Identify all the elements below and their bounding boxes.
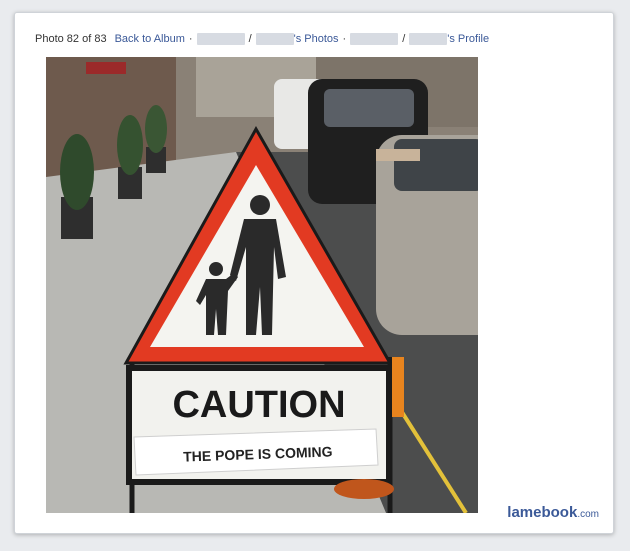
- owner-profile-link[interactable]: 's Profile: [409, 32, 490, 46]
- cone-base: [334, 479, 394, 499]
- taxi-windshield: [324, 89, 414, 127]
- caution-text: CAUTION: [172, 384, 345, 426]
- traffic-cone: [392, 357, 404, 417]
- lamebook-watermark: lamebook.com: [507, 504, 599, 521]
- nav-slash-separator: /: [402, 33, 406, 45]
- redacted-owner-name: [255, 33, 294, 46]
- watermark-brand: lamebook: [507, 504, 578, 521]
- watermark-tld: .com: [577, 509, 599, 520]
- nav-dot-separator: ·: [188, 33, 193, 45]
- planter-shrub: [145, 105, 167, 153]
- photo-navigation-bar: Photo 82 of 83 Back to Album · / 's Phot…: [35, 31, 489, 47]
- redacted-owner-name: [409, 33, 448, 46]
- blurred-number-plate: [376, 149, 420, 161]
- nav-dot-separator: ·: [342, 33, 347, 45]
- redacted-profile-section[interactable]: [350, 33, 399, 45]
- planter-shrub: [117, 115, 143, 175]
- adult-figure-icon: [250, 195, 270, 215]
- photos-link-label: 's Photos: [293, 32, 339, 45]
- main-photo[interactable]: CAUTION THE POPE IS COMING: [46, 57, 478, 513]
- nav-slash-separator: /: [248, 33, 252, 45]
- owner-photos-link[interactable]: 's Photos: [255, 32, 339, 46]
- planter-shrub: [60, 134, 94, 210]
- child-figure-icon: [209, 262, 223, 276]
- back-to-album-link[interactable]: Back to Album: [115, 33, 185, 45]
- photo-illustration: CAUTION THE POPE IS COMING: [46, 57, 478, 513]
- shop-awning: [86, 62, 126, 74]
- photo-counter: Photo 82 of 83: [35, 33, 107, 45]
- profile-link-label: 's Profile: [447, 32, 490, 45]
- photo-viewer-card: Photo 82 of 83 Back to Album · / 's Phot…: [14, 12, 614, 534]
- redacted-album-name[interactable]: [196, 33, 245, 45]
- silver-car-window: [394, 139, 478, 191]
